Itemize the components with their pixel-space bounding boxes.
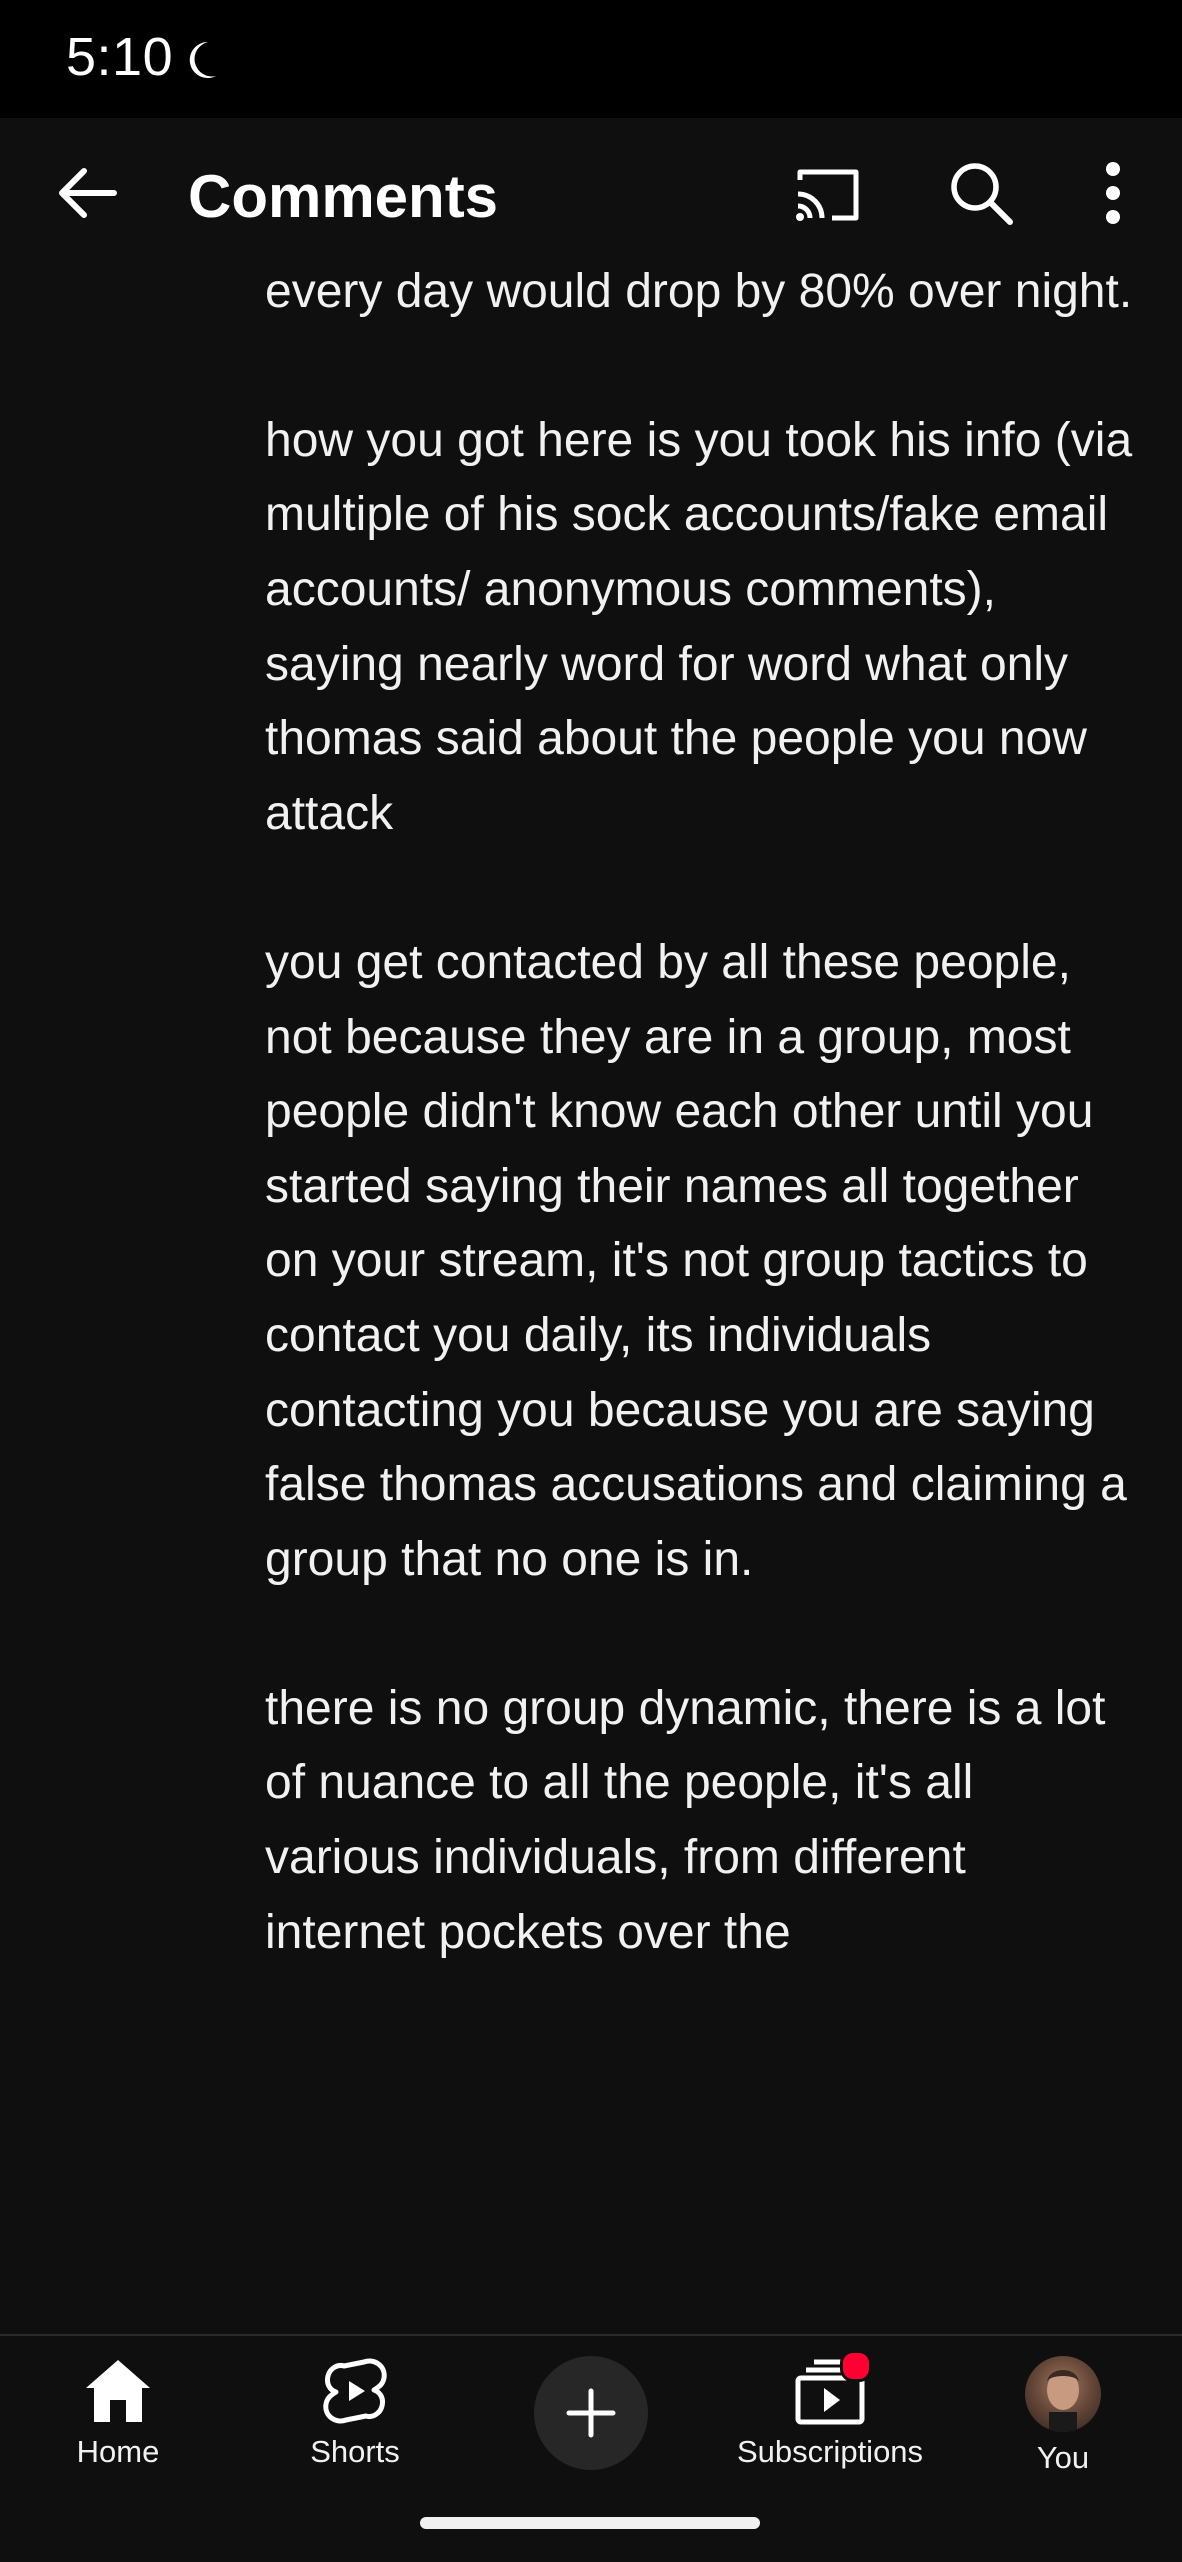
shorts-icon — [323, 2358, 387, 2424]
gesture-home-indicator[interactable] — [420, 2517, 760, 2529]
comment-body: actual accomplices), the shit you get ev… — [265, 268, 1135, 2045]
notification-dot — [840, 2350, 872, 2382]
status-time: 5:10 — [66, 27, 174, 87]
home-icon — [86, 2360, 150, 2422]
comment-paragraph: there is no group dynamic, there is a lo… — [265, 1681, 1106, 1959]
avatar-face-icon — [1047, 2370, 1079, 2432]
plus-icon — [566, 2388, 616, 2438]
more-options-icon[interactable] — [1090, 160, 1136, 226]
comment-paragraph: you get contacted by all these people, n… — [265, 935, 1127, 1586]
avatar — [1025, 2356, 1101, 2432]
nav-shorts-label: Shorts — [310, 2434, 400, 2469]
nav-subscriptions-label: Subscriptions — [736, 2434, 924, 2469]
nav-subscriptions[interactable]: Subscriptions — [720, 2350, 940, 2470]
cast-icon[interactable] — [792, 164, 862, 224]
nav-shorts[interactable]: Shorts — [295, 2356, 415, 2470]
page-title: Comments — [188, 163, 499, 230]
app-bar: Comments — [0, 118, 1182, 268]
do-not-disturb-moon-icon — [189, 41, 216, 78]
comment-paragraph: actual accomplices), the shit you get ev… — [265, 268, 1133, 318]
comment-paragraph: how you got here is you took his info (v… — [265, 413, 1133, 840]
nav-home[interactable]: Home — [58, 2356, 178, 2470]
nav-home-label: Home — [76, 2434, 160, 2469]
back-arrow-icon[interactable] — [52, 158, 122, 228]
search-icon[interactable] — [948, 160, 1014, 226]
create-button[interactable] — [534, 2356, 648, 2470]
status-bar: 5:10 — [0, 0, 1182, 118]
comment-thread[interactable]: actual accomplices), the shit you get ev… — [0, 268, 1182, 2334]
nav-you-label: You — [1036, 2440, 1090, 2475]
nav-you[interactable]: You — [1003, 2356, 1123, 2476]
